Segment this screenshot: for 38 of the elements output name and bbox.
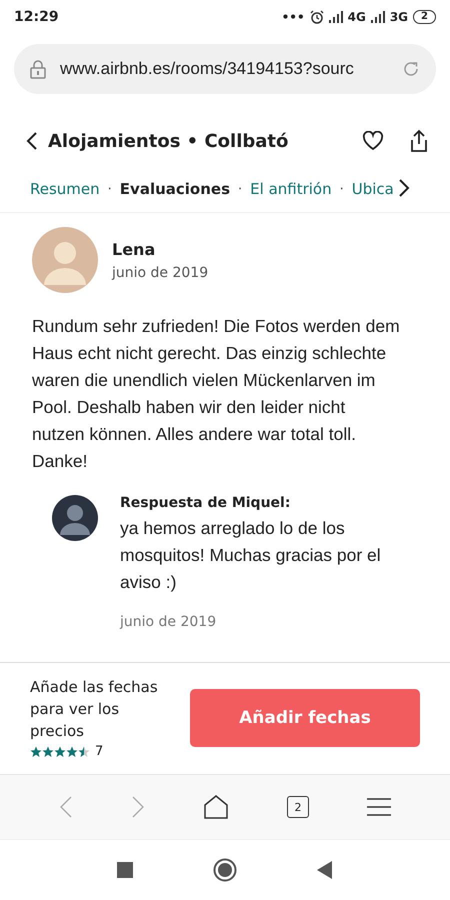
page-title: Alojamientos • Collbató xyxy=(48,130,290,152)
lock-icon xyxy=(30,59,46,79)
network-type: 4G xyxy=(348,10,366,24)
avatar xyxy=(32,227,98,293)
section-tab[interactable]: Ubica xyxy=(352,180,394,198)
clock: 12:29 xyxy=(14,9,59,25)
response-text: ya hemos arreglado lo de los mosquitos! Muchas gracias por el aviso :) xyxy=(120,517,382,594)
section-tab[interactable]: El anfitrión xyxy=(250,180,332,198)
chevron-right-icon[interactable] xyxy=(398,178,410,198)
review-date: junio de 2019 xyxy=(112,264,208,280)
signal-icon xyxy=(370,11,385,23)
address-bar[interactable]: www.airbnb.es/rooms/34194153?sourc xyxy=(14,44,436,94)
back-icon[interactable] xyxy=(317,861,333,879)
review-text: Rundum sehr zufrieden! Die Fotos werden dem Haus echt nicht gerecht. Das einzig schlechte waren die unendlich vielen Mückenlarven im Pool. Deshalb haben wir den leider nicht nutzen können. Alles andere war total toll. Danke! xyxy=(32,315,400,473)
avatar xyxy=(52,495,98,541)
back-icon[interactable] xyxy=(26,131,38,151)
price-prompt: Añade las fechas para ver los precios xyxy=(30,677,159,742)
tabs-button[interactable]: 2 xyxy=(287,796,309,818)
signal-icon xyxy=(328,11,343,23)
battery-indicator: 2 xyxy=(413,10,436,24)
separator-dot: · xyxy=(108,182,112,196)
network-type: 3G xyxy=(390,10,408,24)
reviewer-name: Lena xyxy=(112,240,156,258)
add-dates-button[interactable]: Añadir fechas xyxy=(190,688,420,746)
home-icon[interactable] xyxy=(203,794,229,820)
url-text: www.airbnb.es/rooms/34194153?sourc xyxy=(60,59,355,79)
alarm-icon xyxy=(310,10,324,24)
home-icon[interactable] xyxy=(213,858,237,882)
review-count: 7 xyxy=(95,744,104,759)
response-date: junio de 2019 xyxy=(120,614,218,630)
menu-icon[interactable] xyxy=(367,797,391,817)
notification-dots: ••• xyxy=(282,10,305,24)
heart-icon[interactable] xyxy=(362,131,384,151)
section-tab[interactable]: Resumen xyxy=(30,180,100,198)
separator-dot: · xyxy=(238,182,242,196)
section-tab[interactable]: Evaluaciones xyxy=(120,180,230,198)
separator-dot: · xyxy=(340,182,344,196)
response-heading: Respuesta de Miquel: xyxy=(120,495,292,511)
